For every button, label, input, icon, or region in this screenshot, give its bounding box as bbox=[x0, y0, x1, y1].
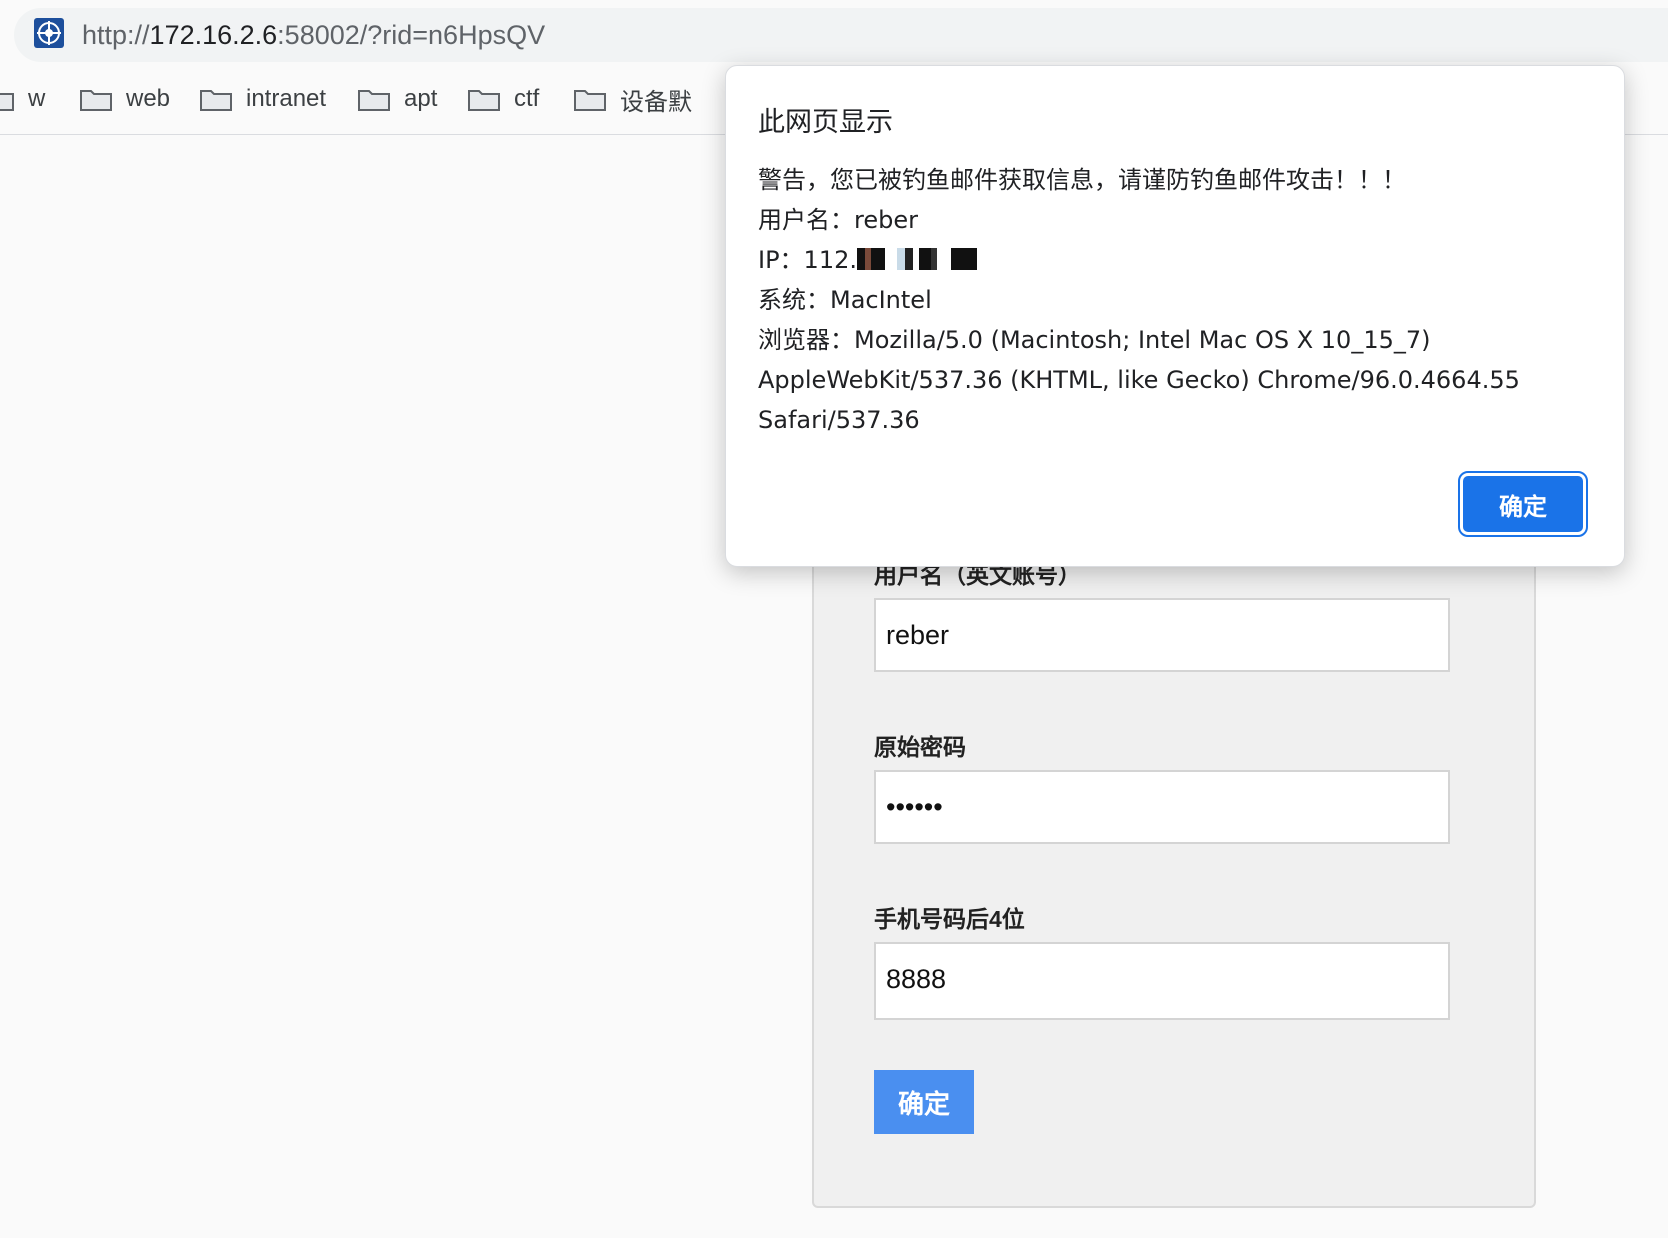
dialog-title: 此网页显示 bbox=[758, 107, 893, 138]
bookmark-ctf[interactable]: ctf bbox=[468, 82, 539, 116]
browser-line: Safari/537.36 bbox=[758, 406, 920, 434]
system-line: 系统：MacIntel bbox=[758, 286, 932, 314]
password-label: 原始密码 bbox=[874, 734, 966, 760]
phone-label: 手机号码后4位 bbox=[874, 906, 1025, 932]
browser-line: AppleWebKit/537.36 (KHTML, like Gecko) C… bbox=[758, 366, 1520, 394]
folder-icon bbox=[358, 90, 390, 111]
warning-line: 警告，您已被钓鱼邮件获取信息，请谨防钓鱼邮件攻击！！！ bbox=[758, 166, 1406, 194]
folder-icon bbox=[80, 90, 112, 111]
site-favicon-icon bbox=[34, 18, 64, 48]
bookmark-w[interactable]: w bbox=[0, 82, 45, 116]
bookmark-apt[interactable]: apt bbox=[358, 82, 437, 116]
username-input[interactable]: reber bbox=[874, 598, 1450, 672]
bookmark-device-default[interactable]: 设备默 bbox=[574, 82, 692, 116]
browser-line: 浏览器：Mozilla/5.0 (Macintosh; Intel Mac OS… bbox=[758, 326, 1431, 354]
folder-icon bbox=[0, 93, 14, 111]
submit-button[interactable]: 确定 bbox=[874, 1070, 974, 1134]
bookmark-intranet[interactable]: intranet bbox=[200, 82, 326, 116]
alert-dialog: 此网页显示 警告，您已被钓鱼邮件获取信息，请谨防钓鱼邮件攻击！！！ 用户名：re… bbox=[725, 65, 1625, 567]
dialog-message: 警告，您已被钓鱼邮件获取信息，请谨防钓鱼邮件攻击！！！ 用户名：reber IP… bbox=[758, 160, 1578, 440]
folder-icon bbox=[574, 90, 606, 111]
folder-icon bbox=[468, 90, 500, 111]
redacted-ip bbox=[857, 248, 977, 270]
bookmark-web[interactable]: web bbox=[80, 82, 170, 116]
phone-input[interactable]: 8888 bbox=[874, 942, 1450, 1020]
ip-line: IP：112. bbox=[758, 240, 1578, 280]
folder-icon bbox=[200, 90, 232, 111]
url-text[interactable]: http://172.16.2.6:58002/?rid=n6HpsQV bbox=[82, 18, 545, 52]
password-input[interactable]: •••••• bbox=[874, 770, 1450, 844]
username-line: 用户名：reber bbox=[758, 206, 918, 234]
dialog-ok-button[interactable]: 确定 bbox=[1458, 471, 1588, 537]
